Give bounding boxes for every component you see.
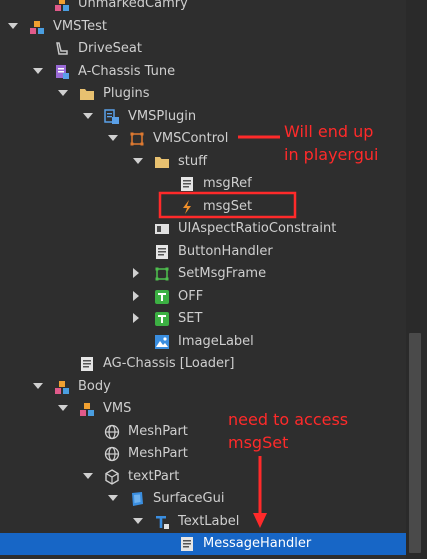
tree-row-label: ImageLabel	[178, 333, 254, 349]
tree-row-ag-chassis-loader[interactable]: AG-Chassis [Loader]	[0, 353, 406, 375]
script-icon	[79, 356, 95, 372]
tree-row-label: textPart	[128, 468, 180, 484]
scrollbar-thumb[interactable]	[409, 333, 421, 553]
tree-row-label: UnmarkedCamry	[78, 0, 188, 11]
tree-row-buttonhandler[interactable]: ButtonHandler	[0, 241, 406, 263]
tree-row-label: Plugins	[103, 86, 150, 101]
tree-row-messagehandler[interactable]: MessageHandler	[0, 533, 406, 555]
image-label-icon	[154, 334, 170, 350]
expand-arrow-icon[interactable]	[108, 495, 118, 501]
tree-row-label: MeshPart	[128, 423, 188, 439]
tree-row-label: UIAspectRatioConstraint	[178, 221, 337, 236]
model-icon	[29, 19, 45, 35]
tree-row-label: VMSTest	[53, 18, 107, 34]
tree-row-label: A-Chassis Tune	[78, 63, 176, 79]
tree-row-set[interactable]: SET	[0, 308, 406, 330]
expand-arrow-icon[interactable]	[108, 135, 118, 141]
tree-row-msgref[interactable]: msgRef	[0, 173, 406, 195]
expand-arrow-icon[interactable]	[133, 517, 143, 524]
tree-row-label: SurfaceGui	[153, 491, 225, 506]
model-icon	[54, 379, 70, 395]
seat-icon	[54, 41, 70, 57]
tree-row-label: MessageHandler	[203, 536, 312, 551]
tree-row-textlabel[interactable]: TextLabel	[0, 511, 406, 533]
tree-row-label: OFF	[178, 288, 204, 304]
plugin-gui-icon	[104, 108, 120, 125]
tree-row-label: Body	[78, 378, 111, 394]
tree-row-label: msgRef	[203, 176, 252, 191]
tree-row-label: AG-Chassis [Loader]	[103, 356, 235, 371]
tree-row-label: SetMsgFrame	[178, 266, 267, 281]
expand-arrow-icon[interactable]	[58, 90, 68, 96]
model-icon	[54, 0, 70, 12]
folder-icon	[79, 86, 95, 102]
explorer-tree: UnmarkedCamry VMSTest DriveSeat A-Chassis T…	[0, 0, 406, 559]
tree-row-setmsgframe[interactable]: SetMsgFrame	[0, 263, 406, 285]
expand-arrow-icon[interactable]	[83, 112, 93, 119]
tree-row-driveseat[interactable]: DriveSeat	[0, 38, 406, 60]
tree-row-label: VMSControl	[153, 131, 229, 146]
text-button-icon	[154, 311, 170, 327]
tree-row-label: TextLabel	[178, 513, 240, 529]
tree-row-msgset[interactable]: msgSet	[0, 196, 406, 218]
annotation-note-2-line-1: need to access	[228, 410, 349, 429]
tree-row-imagelabel[interactable]: ImageLabel	[0, 331, 406, 353]
script-icon	[179, 536, 195, 552]
annotation-note-1-line-2: in playergui	[284, 145, 379, 164]
tree-row-uiaspectratioconstraint[interactable]: UIAspectRatioConstraint	[0, 218, 406, 240]
tree-row-label: VMS	[103, 401, 132, 416]
tree-row-label: ButtonHandler	[178, 243, 273, 259]
expand-arrow-icon[interactable]	[58, 405, 68, 411]
tree-row-plugins[interactable]: Plugins	[0, 83, 406, 105]
expand-arrow-icon[interactable]	[8, 22, 18, 29]
tree-row-meshpart[interactable]: MeshPart	[0, 443, 406, 465]
expand-arrow-icon[interactable]	[33, 67, 43, 74]
expand-arrow-icon[interactable]	[83, 472, 93, 479]
frame-icon	[129, 131, 145, 147]
collapse-arrow-icon[interactable]	[133, 313, 139, 323]
module-script-icon	[54, 64, 70, 80]
mesh-icon	[104, 424, 120, 440]
text-label-icon	[154, 514, 170, 530]
collapse-arrow-icon[interactable]	[133, 268, 139, 278]
folder-icon	[154, 154, 170, 170]
tree-row-label: MeshPart	[128, 446, 188, 461]
tree-row-body[interactable]: Body	[0, 376, 406, 398]
tree-row-label: VMSPlugin	[128, 108, 197, 124]
model-icon	[79, 401, 95, 417]
surface-gui-icon	[129, 491, 145, 507]
mesh-icon	[104, 446, 120, 462]
event-icon	[179, 199, 195, 215]
tree-row-label: SET	[178, 311, 203, 326]
tree-row-surfacegui[interactable]: SurfaceGui	[0, 488, 406, 510]
tree-row-vmstest[interactable]: VMSTest	[0, 16, 406, 38]
expand-arrow-icon[interactable]	[133, 157, 143, 164]
tree-row-label: msgSet	[203, 198, 253, 214]
annotation-note-2-line-2: msgSet	[228, 433, 289, 452]
tree-row-off[interactable]: OFF	[0, 286, 406, 308]
frame-green-icon	[154, 266, 170, 282]
tree-row-textpart[interactable]: textPart	[0, 466, 406, 488]
tree-row-label: stuff	[178, 153, 208, 169]
expand-arrow-icon[interactable]	[33, 382, 43, 389]
script-icon	[179, 176, 195, 192]
collapse-arrow-icon[interactable]	[133, 290, 139, 301]
constraint-icon	[154, 221, 170, 237]
script-icon	[154, 244, 170, 260]
tree-row-label: DriveSeat	[78, 41, 142, 56]
part-icon	[104, 468, 120, 485]
tree-row-a-chassis-tune[interactable]: A-Chassis Tune	[0, 61, 406, 83]
text-button-icon	[154, 289, 170, 305]
tree-row-unmarkedcamry[interactable]: UnmarkedCamry	[0, 0, 406, 15]
annotation-note-1-line-1: Will end up	[284, 122, 374, 141]
